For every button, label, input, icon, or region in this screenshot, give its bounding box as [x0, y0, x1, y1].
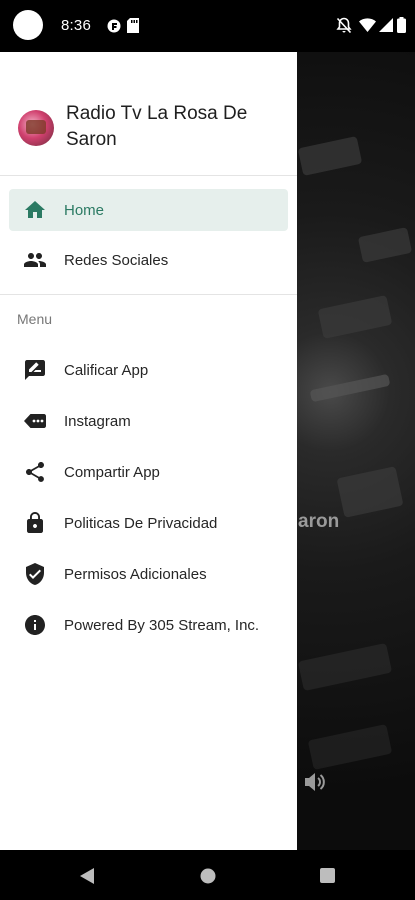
nav-item-label: Redes Sociales [64, 251, 169, 269]
bg-decor-key [336, 466, 404, 518]
drawer-header: Radio Tv La Rosa De Saron [0, 52, 297, 176]
sd-card-icon [127, 18, 139, 33]
bg-decor-key [317, 295, 393, 339]
nav-item-home[interactable]: Home [9, 189, 288, 231]
drawer-divider [0, 294, 297, 295]
mute-icon [336, 17, 352, 34]
menu-item-instagram[interactable]: Instagram [9, 400, 288, 442]
bg-decor-key [307, 724, 393, 770]
menu-item-label: Permisos Adicionales [64, 565, 207, 583]
bg-decor-key [297, 642, 393, 692]
system-nav-bar [0, 850, 415, 900]
menu-item-label: Instagram [64, 412, 131, 430]
wifi-icon [359, 18, 376, 32]
app-notification-icon [107, 19, 121, 33]
status-time: 8:36 [61, 17, 91, 34]
info-icon [25, 615, 45, 635]
lock-icon [27, 512, 43, 533]
home-button[interactable] [200, 868, 216, 884]
menu-item-powered-by[interactable]: Powered By 305 Stream, Inc. [9, 604, 288, 646]
bg-station-title: aron [298, 511, 340, 532]
menu-item-permisos-adicionales[interactable]: Permisos Adicionales [9, 553, 288, 595]
home-icon [25, 201, 45, 218]
menu-item-label: Compartir App [64, 463, 160, 481]
app-title: Radio Tv La Rosa De Saron [66, 103, 248, 150]
menu-item-politicas-de-privacidad[interactable]: Politicas De Privacidad [9, 502, 288, 544]
bg-decor-key [297, 136, 363, 176]
menu-item-label: Politicas De Privacidad [64, 514, 218, 532]
menu-item-label: Powered By 305 Stream, Inc. [64, 616, 260, 634]
share-icon [26, 462, 44, 482]
status-avatar [13, 10, 43, 40]
bg-decor-key [357, 227, 413, 263]
back-button[interactable] [79, 867, 95, 885]
bg-decor-key [309, 373, 391, 403]
status-bar: 8:36 [0, 0, 415, 52]
recents-button[interactable] [320, 868, 335, 883]
shield-check-icon [26, 563, 44, 585]
menu-section-title: Menu [17, 311, 53, 327]
signal-icon [379, 18, 393, 32]
menu-item-label: Calificar App [64, 361, 149, 379]
menu-item-compartir-app[interactable]: Compartir App [9, 451, 288, 493]
volume-icon [305, 773, 325, 791]
nav-item-label: Home [64, 201, 105, 219]
nav-item-redes-sociales[interactable]: Redes Sociales [9, 239, 288, 281]
navigation-drawer: Radio Tv La Rosa De Saron Home Redes Soc… [0, 52, 297, 850]
rate-review-icon [25, 360, 45, 380]
people-icon [24, 253, 46, 267]
menu-item-calificar-app[interactable]: Calificar App [9, 349, 288, 391]
battery-icon [397, 17, 406, 33]
label-tag-icon [24, 414, 46, 428]
app-logo [18, 110, 54, 146]
